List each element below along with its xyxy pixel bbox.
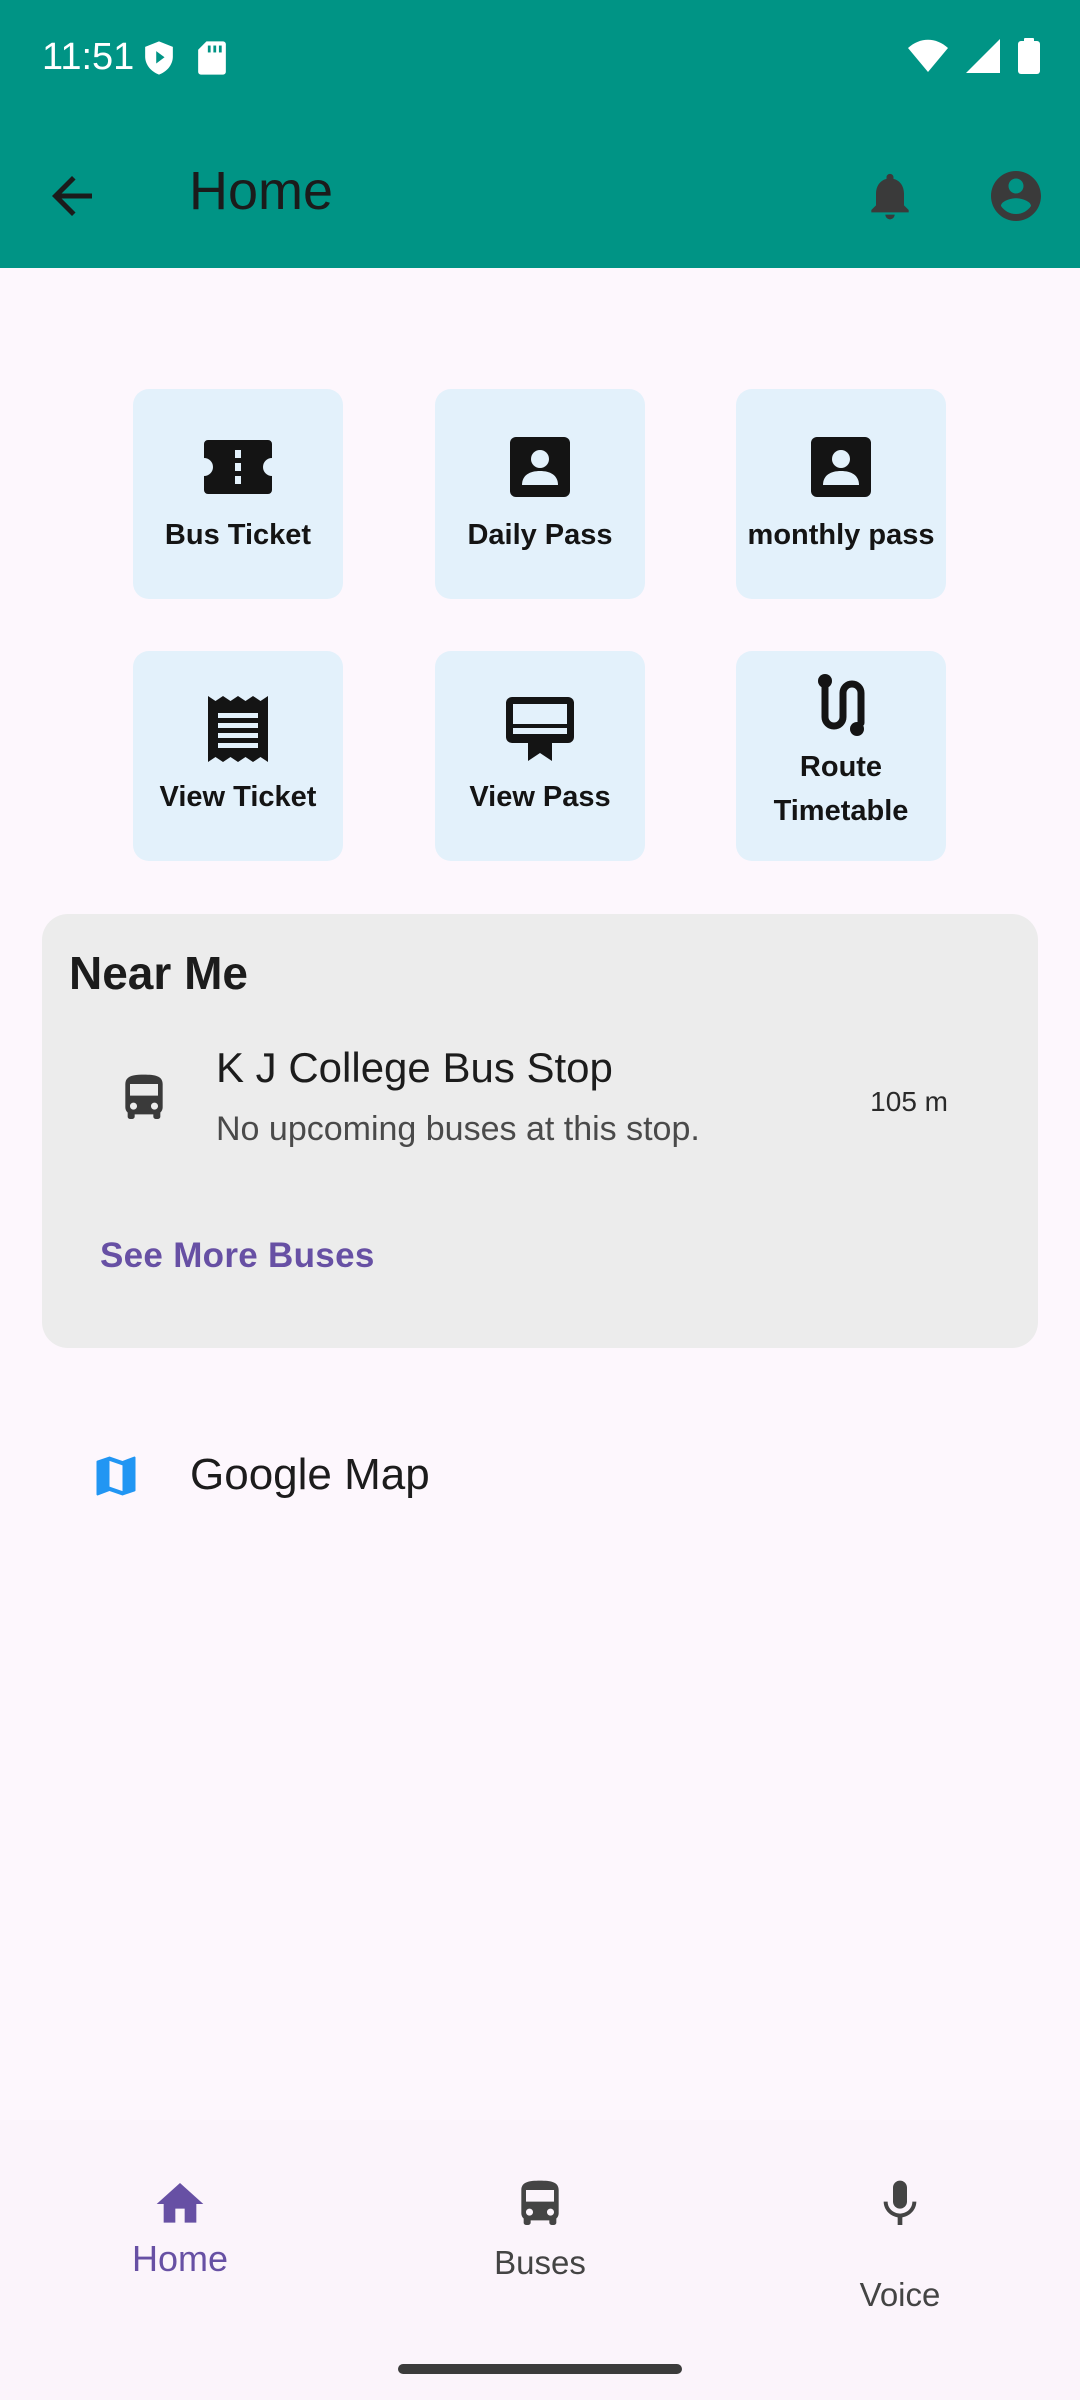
status-left-icons: [142, 40, 226, 76]
google-map-item[interactable]: Google Map: [0, 1420, 1080, 1530]
view-pass-tile[interactable]: View Pass: [435, 651, 645, 861]
monthly-pass-tile[interactable]: monthly pass: [736, 389, 946, 599]
badge-icon: [811, 437, 871, 497]
stop-distance: 105 m: [870, 1086, 948, 1117]
bell-icon[interactable]: [862, 168, 918, 224]
nav-label-buses: Buses: [494, 2244, 586, 2281]
near-me-title: Near Me: [69, 947, 248, 999]
stop-status: No upcoming buses at this stop.: [216, 1110, 700, 1148]
tile-label: Bus Ticket: [164, 519, 312, 551]
tile-label: Daily Pass: [467, 519, 613, 551]
tile-label: monthly pass: [747, 519, 935, 551]
account-circle-icon[interactable]: [986, 166, 1046, 226]
nav-label-voice: Voice: [859, 2276, 941, 2313]
stop-name[interactable]: K J College Bus Stop: [216, 1044, 613, 1092]
tile-label: View Ticket: [159, 781, 317, 813]
daily-pass-tile[interactable]: Daily Pass: [435, 389, 645, 599]
status-right-icons: [908, 38, 1040, 74]
app-bar: Home: [0, 120, 1080, 268]
route-icon: [818, 674, 865, 736]
nav-item-buses[interactable]: Buses: [360, 2120, 720, 2370]
google-map-label: Google Map: [190, 1450, 430, 1499]
near-me-card: Near Me K J College Bus Stop No upcoming…: [42, 914, 1038, 1348]
card-pass-icon: [506, 697, 574, 761]
sd-card-icon: [198, 41, 226, 75]
nav-label-home: Home: [131, 2238, 229, 2279]
see-more-buses-button[interactable]: See More Buses: [100, 1236, 375, 1276]
tile-label: Route Timetable: [773, 751, 909, 827]
status-time: 11:51: [42, 36, 135, 78]
home-indicator[interactable]: [398, 2364, 682, 2374]
badge-icon: [510, 437, 570, 497]
shield-play-icon: [145, 41, 173, 75]
tile-label: View Pass: [469, 781, 611, 813]
wifi-icon: [908, 39, 948, 72]
battery-icon: [1018, 38, 1040, 74]
nav-item-voice[interactable]: Voice: [720, 2120, 1080, 2370]
route-timetable-tile[interactable]: Route Timetable: [736, 651, 946, 861]
bottom-nav: Home Buses Voice: [0, 2120, 1080, 2400]
page-title: Home: [189, 161, 334, 221]
bus-icon: [521, 2180, 559, 2225]
signal-icon: [966, 39, 1000, 73]
status-bar: 11:51: [0, 0, 1080, 120]
mic-icon: [883, 2180, 917, 2225]
receipt-icon: [208, 696, 268, 762]
view-ticket-tile[interactable]: View Ticket: [133, 651, 343, 861]
bus-ticket-tile[interactable]: Bus Ticket: [133, 389, 343, 599]
nav-item-home[interactable]: Home: [0, 2120, 360, 2370]
map-icon: [96, 1456, 136, 1496]
home-icon: [156, 2183, 204, 2223]
bus-icon: [125, 1074, 163, 1119]
ticket-icon: [204, 440, 272, 494]
back-arrow-icon[interactable]: [42, 166, 102, 226]
